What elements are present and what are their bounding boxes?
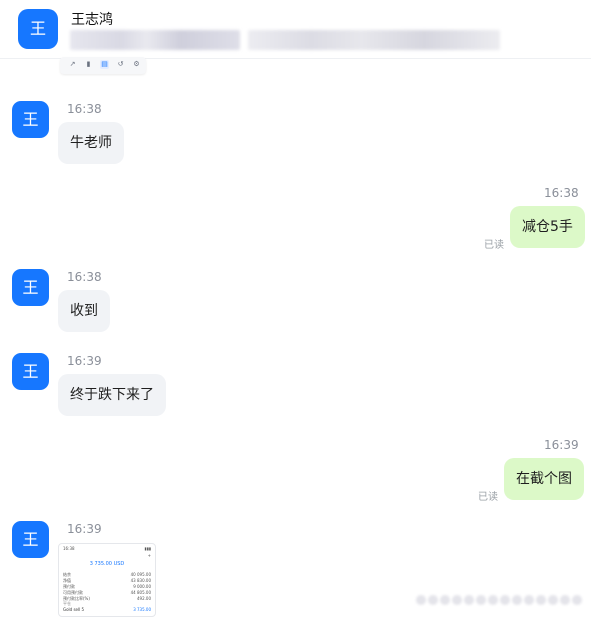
contact-avatar[interactable]: 王	[18, 9, 58, 49]
thumb-row: Gold sell 53 735.00	[63, 607, 151, 612]
message-toolbar: ↗ ▮ ▤ ↺ ⚙	[60, 57, 146, 74]
message-time: 16:39	[67, 522, 102, 536]
image-message-thumbnail[interactable]: 16:38 ▮▮▮ + 3 735.00 USD 结余 40 095.00 净值 4…	[58, 543, 156, 617]
thumb-time: 16:38	[63, 546, 75, 551]
thumb-section: 平仓	[63, 601, 71, 606]
message-time: 16:39	[544, 438, 579, 452]
message-time: 16:38	[67, 102, 102, 116]
thumb-row: 预付款 9 000.00	[63, 584, 151, 589]
thumb-row: 可用预付款 44 805.00	[63, 590, 151, 595]
contact-name[interactable]: 王志鸿	[71, 9, 113, 29]
outgoing-message-bubble[interactable]: 减仓5手	[510, 206, 585, 248]
message-time: 16:38	[544, 186, 579, 200]
sender-avatar[interactable]: 王	[12, 101, 49, 138]
thumb-add-icon: +	[147, 553, 151, 558]
incoming-message-bubble[interactable]: 收到	[58, 290, 110, 332]
thumb-row: 净值 43 830.00	[63, 578, 151, 583]
settings-icon[interactable]: ⚙	[132, 60, 141, 69]
incoming-message-bubble[interactable]: 终于跌下来了	[58, 374, 166, 416]
message-time: 16:38	[67, 270, 102, 284]
read-receipt: 已读	[484, 240, 504, 251]
signal-icon: ▮▮▮	[144, 546, 151, 551]
share-icon[interactable]: ↗	[68, 60, 77, 69]
sender-avatar[interactable]: 王	[12, 269, 49, 306]
chat-header: 王 王志鸿	[0, 0, 591, 59]
bookmark-icon[interactable]: ▮	[84, 60, 93, 69]
outgoing-message-bubble[interactable]: 在截个图	[504, 458, 584, 500]
blurred-placeholder	[416, 595, 582, 605]
thumb-status-bar: 16:38 ▮▮▮	[63, 546, 151, 551]
sender-avatar[interactable]: 王	[12, 521, 49, 558]
thumb-row: 结余 40 095.00	[63, 572, 151, 577]
incoming-message-bubble[interactable]: 牛老师	[58, 122, 124, 164]
history-icon[interactable]: ↺	[116, 60, 125, 69]
sender-avatar[interactable]: 王	[12, 353, 49, 390]
message-time: 16:39	[67, 354, 102, 368]
document-icon[interactable]: ▤	[100, 60, 109, 69]
read-receipt: 已读	[478, 492, 498, 503]
thumb-balance: 3 735.00 USD	[89, 561, 125, 567]
